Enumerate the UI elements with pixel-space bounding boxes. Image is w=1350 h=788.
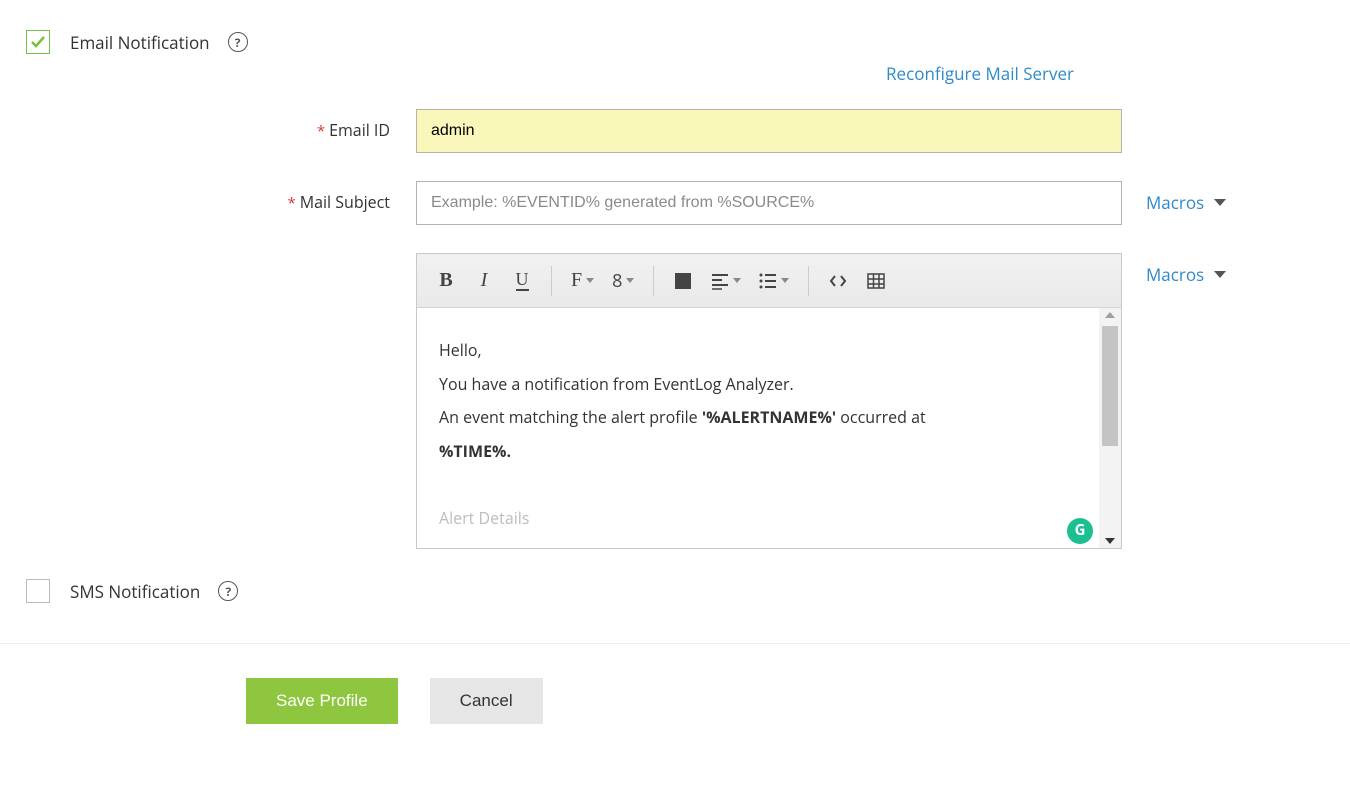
scrollbar-thumb[interactable] bbox=[1102, 326, 1118, 446]
editor-toolbar: B I U F 8 bbox=[417, 254, 1121, 308]
grammarly-icon[interactable]: G bbox=[1067, 518, 1093, 544]
list-button[interactable] bbox=[752, 264, 796, 298]
chevron-down-icon bbox=[733, 278, 741, 283]
required-asterisk: * bbox=[287, 193, 295, 213]
help-icon[interactable]: ? bbox=[218, 581, 238, 601]
toolbar-separator bbox=[653, 266, 654, 296]
font-size-button[interactable]: 8 bbox=[605, 264, 641, 298]
email-id-label-col: *Email ID bbox=[26, 109, 416, 141]
body-line: Hello, bbox=[439, 334, 1077, 368]
editor-body[interactable]: Hello, You have a notification from Even… bbox=[417, 308, 1099, 548]
email-notification-row: Email Notification ? bbox=[26, 30, 1324, 54]
underline-button[interactable]: U bbox=[505, 264, 539, 298]
sms-notification-label: SMS Notification bbox=[70, 580, 200, 603]
chevron-down-icon bbox=[781, 278, 789, 283]
body-line: An event matching the alert profile '%AL… bbox=[439, 401, 1077, 435]
mail-subject-label-col: *Mail Subject bbox=[26, 181, 416, 213]
email-id-label: Email ID bbox=[329, 119, 390, 141]
body-line: You have a notification from EventLog An… bbox=[439, 368, 1077, 402]
table-button[interactable] bbox=[859, 264, 893, 298]
align-icon bbox=[711, 272, 729, 290]
text-color-button[interactable] bbox=[666, 264, 700, 298]
chevron-down-icon bbox=[1214, 199, 1226, 206]
reconfigure-row: Reconfigure Mail Server bbox=[26, 62, 1324, 85]
align-button[interactable] bbox=[704, 264, 748, 298]
scroll-up-icon bbox=[1105, 312, 1115, 318]
sms-notification-checkbox[interactable] bbox=[26, 579, 50, 603]
font-icon: F bbox=[571, 269, 582, 292]
help-icon[interactable]: ? bbox=[228, 32, 248, 52]
scroll-down-icon bbox=[1105, 538, 1115, 544]
cancel-button[interactable]: Cancel bbox=[430, 678, 543, 724]
italic-icon: I bbox=[481, 269, 488, 292]
mail-subject-input[interactable] bbox=[416, 181, 1122, 225]
macros-dropdown-body[interactable]: Macros bbox=[1146, 263, 1226, 286]
source-code-button[interactable] bbox=[821, 264, 855, 298]
mail-subject-row: *Mail Subject Macros bbox=[26, 181, 1324, 225]
chevron-down-icon bbox=[1214, 271, 1226, 278]
required-asterisk: * bbox=[317, 121, 325, 141]
email-notification-label: Email Notification bbox=[70, 31, 210, 54]
footer: Save Profile Cancel bbox=[26, 644, 1324, 724]
email-id-input[interactable] bbox=[416, 109, 1122, 153]
font-size-value: 8 bbox=[612, 269, 622, 293]
bold-icon: B bbox=[439, 269, 452, 292]
sms-notification-row: SMS Notification ? bbox=[26, 579, 1324, 603]
macros-label: Macros bbox=[1146, 263, 1204, 286]
toolbar-separator bbox=[808, 266, 809, 296]
body-line: %TIME%. bbox=[439, 435, 1077, 469]
check-icon bbox=[30, 34, 46, 50]
editor-scrollbar[interactable] bbox=[1099, 308, 1121, 548]
color-swatch-icon bbox=[675, 273, 691, 289]
email-notification-checkbox[interactable] bbox=[26, 30, 50, 54]
macros-label: Macros bbox=[1146, 191, 1204, 214]
mail-subject-label: Mail Subject bbox=[300, 191, 390, 213]
underline-icon: U bbox=[516, 270, 529, 291]
macros-dropdown-subject[interactable]: Macros bbox=[1146, 191, 1226, 214]
chevron-down-icon bbox=[626, 278, 634, 283]
reconfigure-mail-server-link[interactable]: Reconfigure Mail Server bbox=[886, 62, 1074, 85]
code-icon bbox=[829, 272, 847, 290]
body-line-faded: Alert Details bbox=[439, 502, 1077, 536]
italic-button[interactable]: I bbox=[467, 264, 501, 298]
table-icon bbox=[867, 272, 885, 290]
rich-text-editor: B I U F 8 bbox=[416, 253, 1122, 549]
chevron-down-icon bbox=[586, 278, 594, 283]
list-icon bbox=[759, 272, 777, 290]
font-family-button[interactable]: F bbox=[564, 264, 601, 298]
bold-button[interactable]: B bbox=[429, 264, 463, 298]
save-profile-button[interactable]: Save Profile bbox=[246, 678, 398, 724]
body-line bbox=[439, 468, 1077, 502]
mail-body-row: B I U F 8 bbox=[26, 253, 1324, 549]
email-id-row: *Email ID bbox=[26, 109, 1324, 153]
toolbar-separator bbox=[551, 266, 552, 296]
